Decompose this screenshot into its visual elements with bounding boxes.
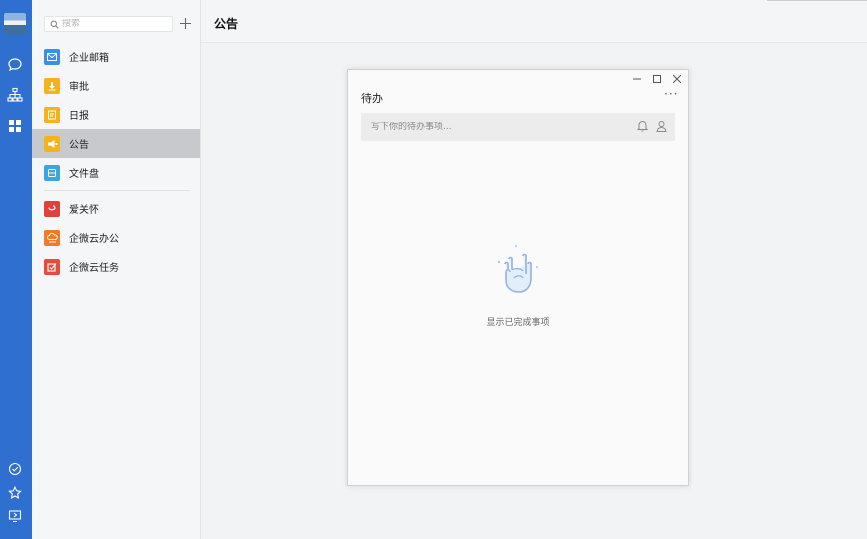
hand-gesture-icon bbox=[496, 242, 542, 307]
apps-grid-icon[interactable] bbox=[6, 117, 24, 135]
sidebar-item-approval[interactable]: 审批 bbox=[32, 71, 200, 100]
sidebar-item-cloud-office[interactable]: 企微云办公 bbox=[32, 223, 200, 252]
cloud-task-icon bbox=[44, 258, 60, 275]
announcement-icon bbox=[44, 135, 60, 152]
sidebar-item-cloud-task[interactable]: 企微云任务 bbox=[32, 252, 200, 281]
sidebar-item-file-drive[interactable]: 文件盘 bbox=[32, 158, 200, 187]
search-input[interactable] bbox=[62, 19, 162, 29]
sidebar-item-label: 日报 bbox=[69, 111, 89, 122]
maximize-icon bbox=[653, 75, 661, 83]
left-rail bbox=[0, 0, 32, 539]
header-top-line bbox=[767, 0, 867, 1]
sidebar-divider bbox=[44, 190, 190, 191]
sidebar-item-label: 审批 bbox=[69, 82, 89, 93]
sidebar-item-label: 文件盘 bbox=[69, 169, 99, 180]
todo-input[interactable] bbox=[371, 122, 621, 132]
sidebar-item-label: 企业邮箱 bbox=[69, 53, 109, 64]
sidebar-item-daily-report[interactable]: 日报 bbox=[32, 100, 200, 129]
org-chart-icon[interactable] bbox=[6, 86, 24, 104]
minimize-icon bbox=[633, 78, 641, 80]
bell-icon[interactable] bbox=[636, 120, 649, 135]
content-header: 公告 bbox=[201, 0, 867, 43]
care-icon bbox=[44, 200, 60, 217]
show-completed-link[interactable]: 显示已完成事项 bbox=[348, 315, 688, 328]
plus-icon bbox=[179, 17, 191, 29]
file-drive-icon bbox=[44, 164, 60, 181]
close-icon bbox=[673, 75, 681, 83]
minimize-button[interactable] bbox=[631, 73, 643, 85]
sidebar-item-label: 企微云办公 bbox=[69, 234, 119, 245]
sidebar-item-label: 企微云任务 bbox=[69, 263, 119, 274]
person-icon[interactable] bbox=[656, 120, 667, 135]
check-circle-icon[interactable] bbox=[6, 460, 24, 478]
todo-input-box[interactable] bbox=[361, 113, 675, 141]
avatar[interactable] bbox=[4, 13, 26, 35]
sidebar-item-announcement[interactable]: 公告 bbox=[32, 129, 200, 158]
chat-icon[interactable] bbox=[6, 56, 24, 74]
screen-icon[interactable] bbox=[6, 507, 24, 525]
sidebar-item-mail[interactable]: 企业邮箱 bbox=[32, 42, 200, 71]
sidebar-item-care[interactable]: 爱关怀 bbox=[32, 194, 200, 223]
sidebar-item-label: 爱关怀 bbox=[69, 205, 99, 216]
approval-icon bbox=[44, 77, 60, 94]
maximize-button[interactable] bbox=[651, 73, 663, 85]
search-icon bbox=[50, 20, 59, 29]
todo-window: 待办 ··· 显示已完成事项 bbox=[347, 69, 689, 486]
sidebar-item-label: 公告 bbox=[69, 140, 89, 151]
todo-title: 待办 bbox=[361, 92, 383, 105]
app-menu: 企业邮箱 审批 日报 公告 文件盘 爱关怀 企微云办公 企微云任务 bbox=[32, 42, 200, 281]
page-title: 公告 bbox=[214, 17, 239, 31]
cloud-office-icon bbox=[44, 229, 60, 246]
add-button[interactable] bbox=[178, 15, 192, 31]
search-box[interactable] bbox=[44, 16, 173, 32]
more-button[interactable]: ··· bbox=[664, 87, 678, 101]
app-sidebar: 企业邮箱 审批 日报 公告 文件盘 bbox=[32, 0, 201, 539]
star-icon[interactable] bbox=[6, 484, 24, 502]
mail-icon bbox=[44, 48, 60, 65]
report-icon bbox=[44, 106, 60, 123]
close-button[interactable] bbox=[671, 73, 683, 85]
